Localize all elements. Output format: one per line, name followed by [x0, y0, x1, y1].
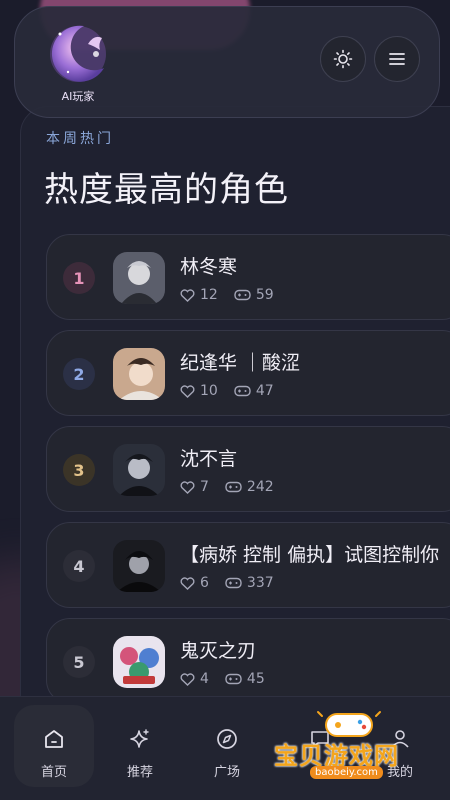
character-stats: 12 59: [180, 287, 274, 303]
like-count: 7: [200, 479, 209, 495]
heart-icon: [180, 288, 195, 302]
watermark: 宝贝游戏网 baobeiy.com: [270, 706, 430, 786]
play-count: 242: [246, 479, 274, 495]
character-name: 林冬寒: [180, 256, 238, 278]
nav-label: 首页: [40, 765, 67, 780]
character-name: 沈不言: [180, 448, 238, 470]
rank-badge: 4: [63, 550, 95, 582]
app-logo-name: AI玩家: [61, 90, 95, 103]
like-count: 10: [200, 383, 218, 399]
gamepad-icon: [225, 481, 242, 493]
home-icon: [45, 730, 63, 748]
watermark-url: baobeiy.com: [310, 766, 383, 779]
heart-icon: [180, 384, 195, 398]
section-subtitle: 本周热门: [46, 131, 114, 147]
character-name: 【病娇 控制 偏执】试图控制你: [180, 544, 440, 566]
sparkle-icon: [130, 729, 149, 748]
rank-badge: 5: [63, 646, 95, 678]
like-count: 12: [200, 287, 218, 303]
like-count: 6: [200, 575, 209, 591]
play-count: 59: [255, 287, 274, 303]
nav-item-home[interactable]: 首页: [14, 705, 94, 787]
gamepad-icon: [225, 577, 242, 589]
sun-icon: [333, 49, 353, 69]
character-name: 鬼灭之刃: [180, 640, 257, 662]
heart-icon: [180, 672, 195, 686]
play-count: 47: [255, 383, 274, 399]
nav-item-square[interactable]: 广场: [187, 705, 267, 787]
gamepad-icon: [234, 385, 251, 397]
section-title: 热度最高的角色: [44, 170, 289, 210]
compass-icon: [217, 729, 237, 749]
nav-item-recommend[interactable]: 推荐: [100, 705, 180, 787]
character-stats: 7 242: [180, 479, 274, 495]
avatar: [113, 540, 165, 592]
character-card[interactable]: 5 鬼灭之刃 4 45: [46, 618, 450, 704]
character-stats: 4 45: [180, 671, 265, 687]
character-card[interactable]: 2 纪逢华 ｜酸涩 10 47: [46, 330, 450, 416]
avatar: [113, 252, 165, 304]
nav-label: 广场: [213, 765, 240, 780]
rank-badge: 1: [63, 262, 95, 294]
play-count: 337: [246, 575, 274, 591]
character-card[interactable]: 3 沈不言 7 242: [46, 426, 450, 512]
play-count: 45: [246, 671, 265, 687]
like-count: 4: [200, 671, 209, 687]
avatar: [113, 444, 165, 496]
character-card[interactable]: 4 【病娇 控制 偏执】试图控制你 6 337: [46, 522, 450, 608]
avatar: [113, 636, 165, 688]
moon-logo-icon: [50, 25, 106, 82]
character-card[interactable]: 1 林冬寒 12 59: [46, 234, 450, 320]
avatar: [113, 348, 165, 400]
heart-icon: [180, 576, 195, 590]
character-stats: 6 337: [180, 575, 274, 591]
heart-icon: [180, 480, 195, 494]
theme-toggle-button[interactable]: [320, 36, 366, 82]
character-stats: 10 47: [180, 383, 274, 399]
menu-icon: [389, 53, 405, 65]
rank-badge: 2: [63, 358, 95, 390]
app-logo[interactable]: AI玩家: [38, 14, 118, 106]
rank-badge: 3: [63, 454, 95, 486]
nav-label: 推荐: [126, 765, 153, 780]
menu-button[interactable]: [374, 36, 420, 82]
gamepad-icon: [234, 289, 251, 301]
character-name: 纪逢华 ｜酸涩: [180, 352, 301, 374]
gamepad-icon: [225, 673, 242, 685]
